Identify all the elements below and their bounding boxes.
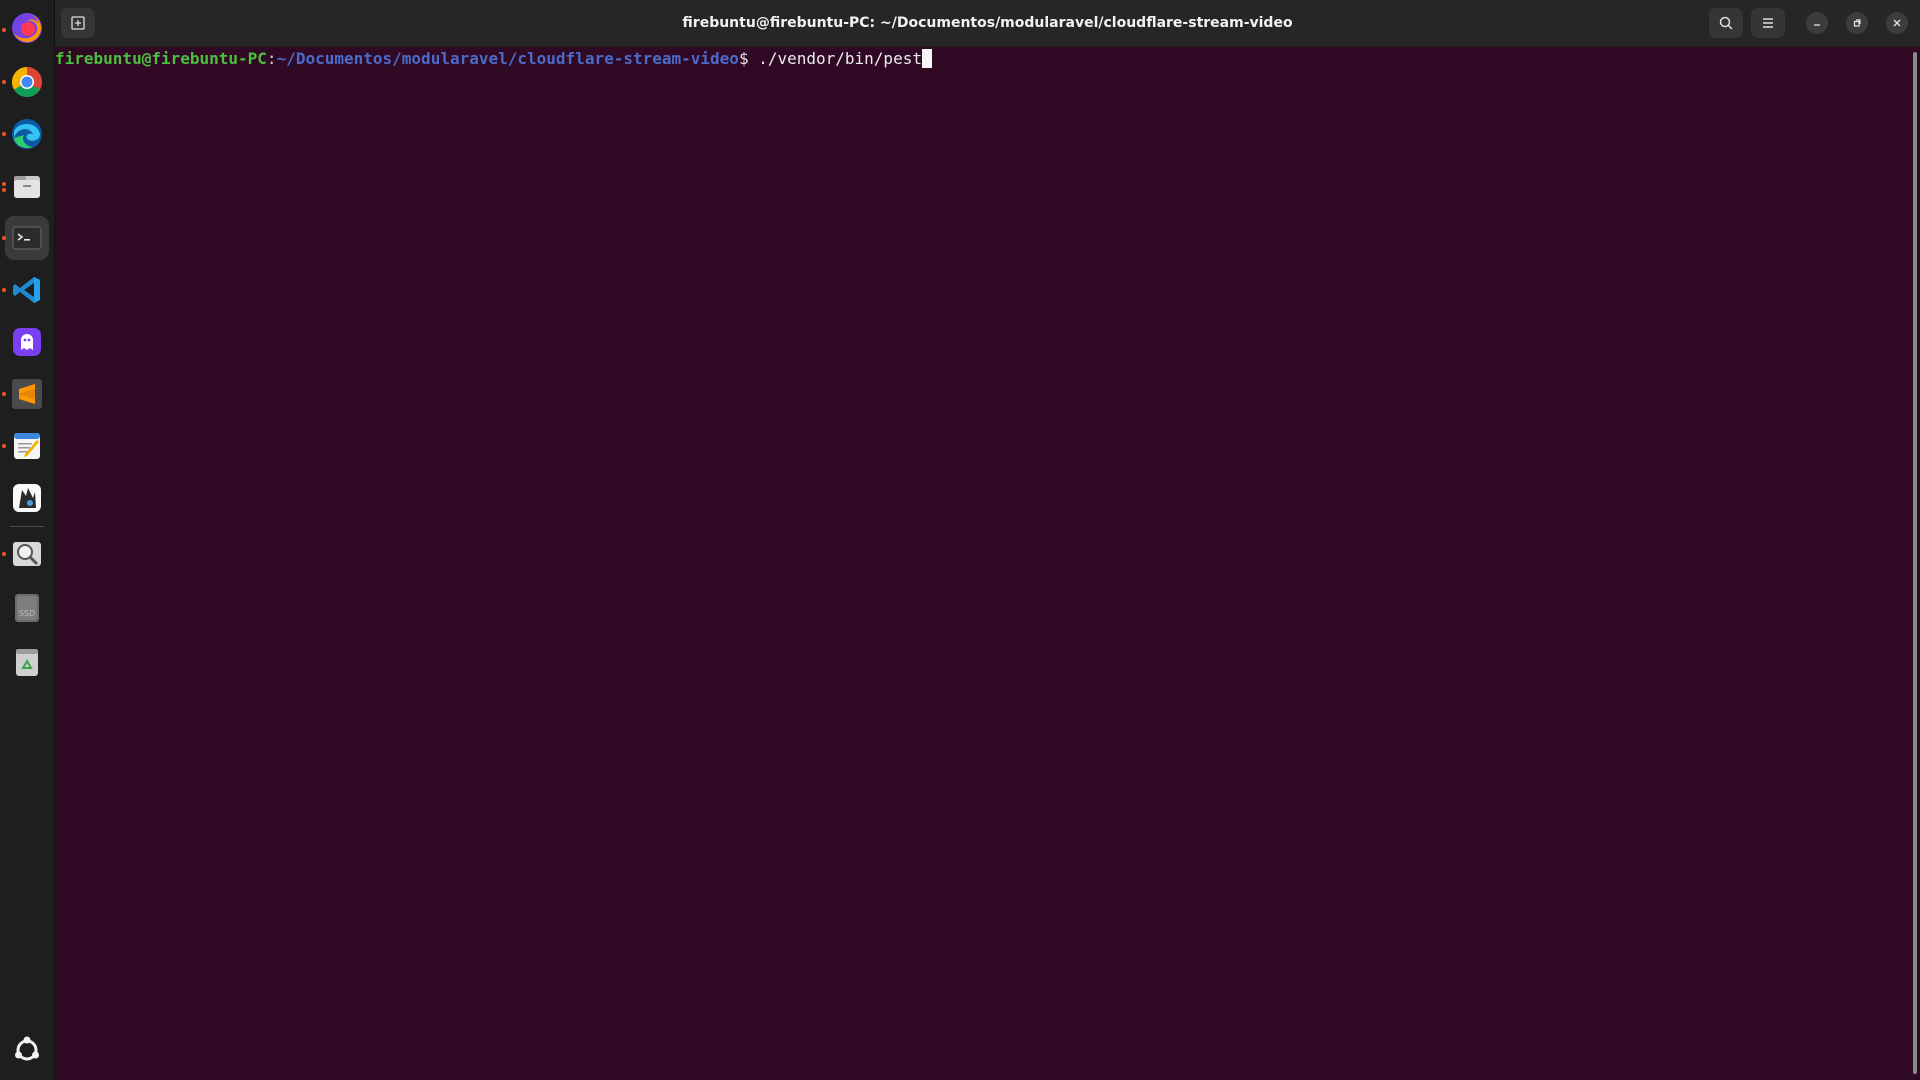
window-title: firebuntu@firebuntu-PC: ~/Documentos/mod… [682,15,1293,31]
ssd-label: SSD [19,609,35,618]
dock-image-viewer[interactable] [7,534,47,574]
running-indicator [2,236,6,240]
firefox-icon [12,13,42,43]
image-viewer-icon [13,542,41,566]
dock-sublime-text[interactable] [7,374,47,414]
running-indicator [2,552,6,556]
dock-terminal[interactable] [5,216,49,260]
dock-vscode[interactable] [7,270,47,310]
dock-separator [10,526,44,527]
prompt-user-host: firebuntu@firebuntu-PC [55,49,267,68]
minimize-icon [1814,24,1820,26]
new-tab-button[interactable] [61,8,95,38]
text-cursor [921,49,932,68]
title-bar[interactable]: firebuntu@firebuntu-PC: ~/Documentos/mod… [55,0,1920,47]
ssd-drive-icon: SSD [15,594,39,622]
terminal-icon [12,226,42,250]
dock-edge[interactable] [7,114,47,154]
close-icon [1893,19,1901,27]
chrome-icon [11,67,43,98]
search-button[interactable] [1709,8,1743,38]
running-indicator [2,28,6,32]
minimize-button[interactable] [1806,12,1828,34]
trash-icon [16,649,38,676]
dock-show-apps[interactable] [7,1030,47,1070]
running-indicator [2,188,6,192]
terminal-output-area[interactable]: firebuntu@firebuntu-PC:~/Documentos/modu… [55,47,1910,1080]
files-icon [14,176,40,198]
running-indicator [2,132,6,136]
running-indicator [2,392,6,396]
running-indicator [2,444,6,448]
running-indicator [2,80,6,84]
text-editor-icon [14,433,40,459]
sublime-text-icon [12,379,42,409]
dock-chrome[interactable] [7,62,47,102]
prompt-symbol: $ [738,49,759,68]
running-indicator [2,182,6,186]
dock-firefox[interactable] [7,8,47,48]
dock-trash[interactable] [7,642,47,682]
dock-text-editor[interactable] [7,426,47,466]
edge-icon [12,119,42,149]
show-apps-icon [15,1036,39,1061]
scrollbar[interactable] [1913,52,1917,1074]
dock-ssd-drive[interactable]: SSD [7,588,47,628]
dock: SSD [0,0,55,1080]
vscode-icon [13,277,40,303]
menu-button[interactable] [1751,8,1785,38]
hamburger-menu-icon [1763,18,1773,28]
new-tab-icon [71,16,85,30]
search-icon [1719,16,1733,30]
inkscape-icon [13,484,41,512]
close-button[interactable] [1886,12,1908,34]
dock-inkscape[interactable] [7,478,47,518]
terminal-window: firebuntu@firebuntu-PC: ~/Documentos/mod… [55,0,1920,1080]
restore-icon [1853,19,1861,27]
running-indicator [2,288,6,292]
command-input[interactable]: ./vendor/bin/pest [758,49,922,68]
ghost-app-icon [13,328,41,356]
maximize-button[interactable] [1846,12,1868,34]
prompt-line: firebuntu@firebuntu-PC:~/Documentos/modu… [55,48,932,70]
prompt-colon: : [266,49,277,68]
dock-ghost-app[interactable] [7,322,47,362]
prompt-path: ~/Documentos/modularavel/cloudflare-stre… [276,49,739,68]
dock-files[interactable] [7,166,47,206]
